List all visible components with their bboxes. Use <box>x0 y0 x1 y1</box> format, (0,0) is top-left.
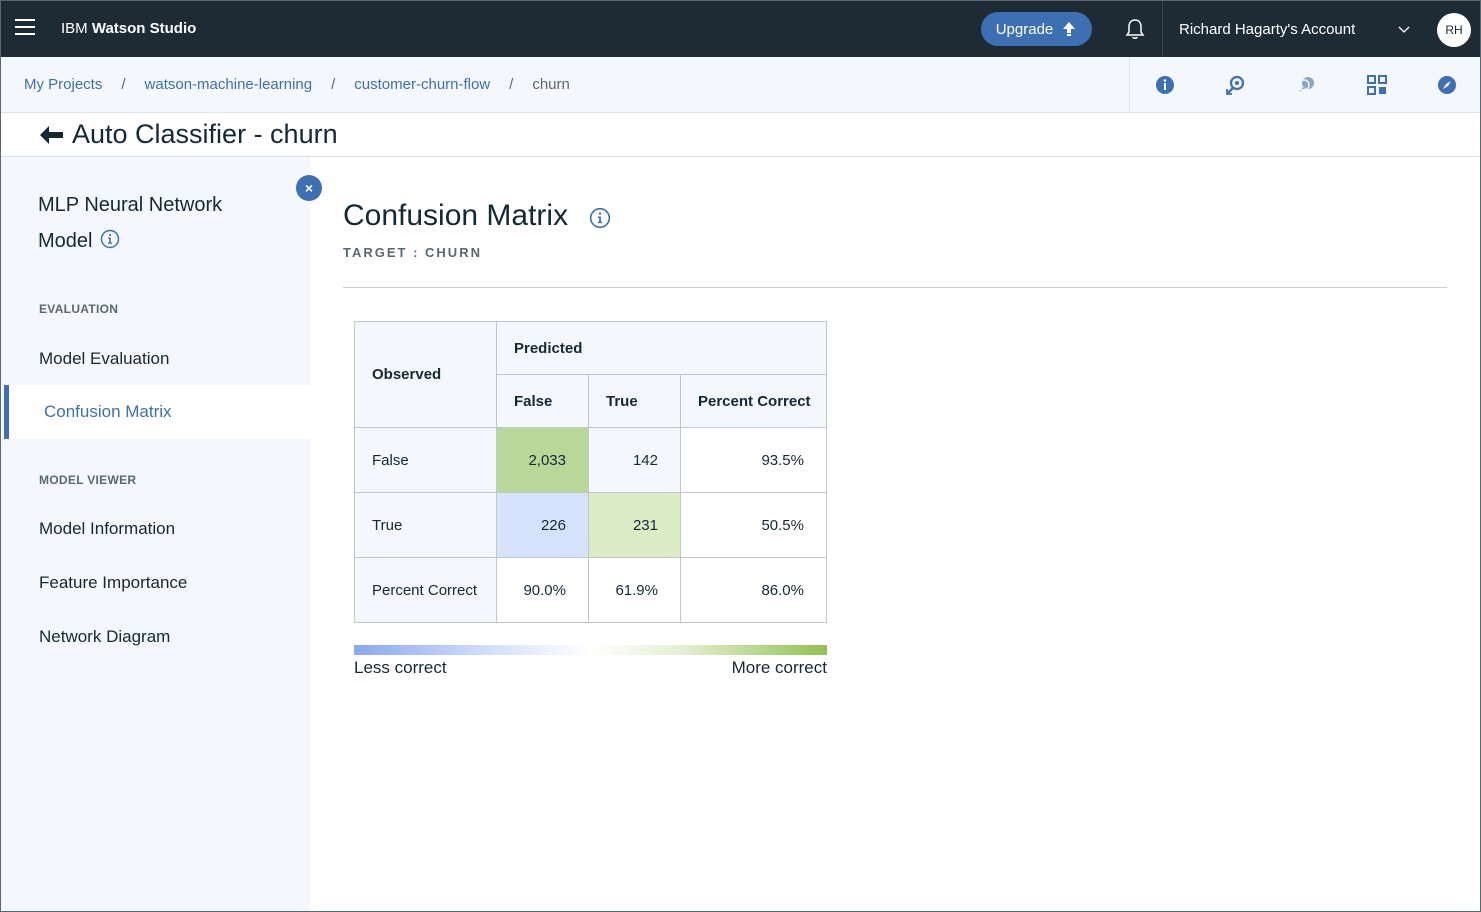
matrix-cell: 142 <box>588 427 681 493</box>
sidebar-item-model-evaluation[interactable]: Model Evaluation <box>1 332 310 386</box>
model-name-text: MLP Neural Network Model <box>38 194 223 252</box>
breadcrumb-my-projects[interactable]: My Projects <box>24 76 102 93</box>
matrix-cell: 226 <box>496 492 589 558</box>
color-scale-legend <box>354 645 827 655</box>
predicted-header: Predicted <box>496 321 827 375</box>
search-history-icon[interactable] <box>1224 73 1248 97</box>
sidebar-item-model-information[interactable]: Model Information <box>1 502 310 556</box>
app-window: IBM Watson Studio Upgrade Richard Hagart… <box>0 0 1481 912</box>
info-icon[interactable] <box>100 229 120 249</box>
breadcrumb-current: churn <box>532 76 570 93</box>
page-title-bar: Auto Classifier - churn <box>1 113 1480 157</box>
target-label: TARGET : CHURN <box>343 245 482 260</box>
brand-prefix: IBM <box>61 20 88 37</box>
topbar-divider <box>1162 1 1163 57</box>
breadcrumb: My Projects / watson-machine-learning / … <box>24 76 570 93</box>
section-heading-model-viewer: MODEL VIEWER <box>39 473 137 487</box>
compass-icon[interactable] <box>1435 73 1459 97</box>
table-row: False 2,033 142 93.5% <box>354 427 827 493</box>
top-navigation-bar: IBM Watson Studio Upgrade Richard Hagart… <box>1 1 1480 57</box>
avatar[interactable]: RH <box>1437 13 1471 47</box>
breadcrumb-separator: / <box>509 76 514 93</box>
account-switcher[interactable]: Richard Hagarty's Account <box>1179 21 1355 38</box>
breadcrumb-separator: / <box>331 76 336 93</box>
table-row: Percent Correct 90.0% 61.9% 86.0% <box>354 557 827 623</box>
chevron-down-icon[interactable] <box>1397 23 1411 37</box>
upgrade-label: Upgrade <box>995 20 1054 38</box>
info-icon[interactable] <box>1153 73 1177 97</box>
matrix-cell: 50.5% <box>680 492 827 558</box>
matrix-cell: 86.0% <box>680 557 827 623</box>
page-title: Auto Classifier - churn <box>72 119 338 149</box>
upgrade-button[interactable]: Upgrade <box>981 12 1092 46</box>
breadcrumb-project[interactable]: watson-machine-learning <box>145 76 313 93</box>
row-label: True <box>354 492 497 558</box>
sidebar-item-network-diagram[interactable]: Network Diagram <box>1 610 310 664</box>
breadcrumb-separator: / <box>121 76 126 93</box>
info-icon[interactable] <box>589 207 611 229</box>
matrix-cell: 90.0% <box>496 557 589 623</box>
upload-arrow-icon <box>1063 22 1076 36</box>
row-label: Percent Correct <box>354 557 497 623</box>
hamburger-menu-icon[interactable] <box>15 19 35 37</box>
table-row: True 226 231 50.5% <box>354 492 827 558</box>
column-header: False <box>496 374 589 428</box>
confusion-matrix-table: Observed Predicted False True Percent Co… <box>354 321 827 623</box>
row-label: False <box>354 427 497 493</box>
sidebar-item-confusion-matrix[interactable]: Confusion Matrix <box>4 385 310 439</box>
section-title: Confusion Matrix <box>343 199 569 232</box>
notification-bell-icon[interactable] <box>1123 17 1147 41</box>
legend-more-label: More correct <box>731 658 827 677</box>
toolbar <box>1129 57 1480 113</box>
divider <box>343 287 1447 288</box>
grid-apps-icon[interactable] <box>1365 73 1389 97</box>
matrix-cell: 231 <box>588 492 681 558</box>
model-name-heading: MLP Neural Network Model <box>38 187 258 259</box>
brand-name: Watson Studio <box>91 20 197 37</box>
matrix-cell: 93.5% <box>680 427 827 493</box>
breadcrumb-bar: My Projects / watson-machine-learning / … <box>1 57 1480 113</box>
sidebar-item-feature-importance[interactable]: Feature Importance <box>1 556 310 610</box>
observed-header: Observed <box>354 321 497 428</box>
back-arrow-icon[interactable] <box>38 123 64 147</box>
close-sidebar-button[interactable]: × <box>296 175 322 201</box>
legend-less-label: Less correct <box>354 658 447 677</box>
product-brand[interactable]: IBM Watson Studio <box>61 20 196 37</box>
matrix-cell: 2,033 <box>496 427 589 493</box>
column-header: True <box>588 374 681 428</box>
chat-icon[interactable] <box>1294 73 1318 97</box>
column-header: Percent Correct <box>680 374 827 428</box>
section-heading-evaluation: EVALUATION <box>39 302 119 316</box>
matrix-cell: 61.9% <box>588 557 681 623</box>
breadcrumb-flow[interactable]: customer-churn-flow <box>354 76 490 93</box>
